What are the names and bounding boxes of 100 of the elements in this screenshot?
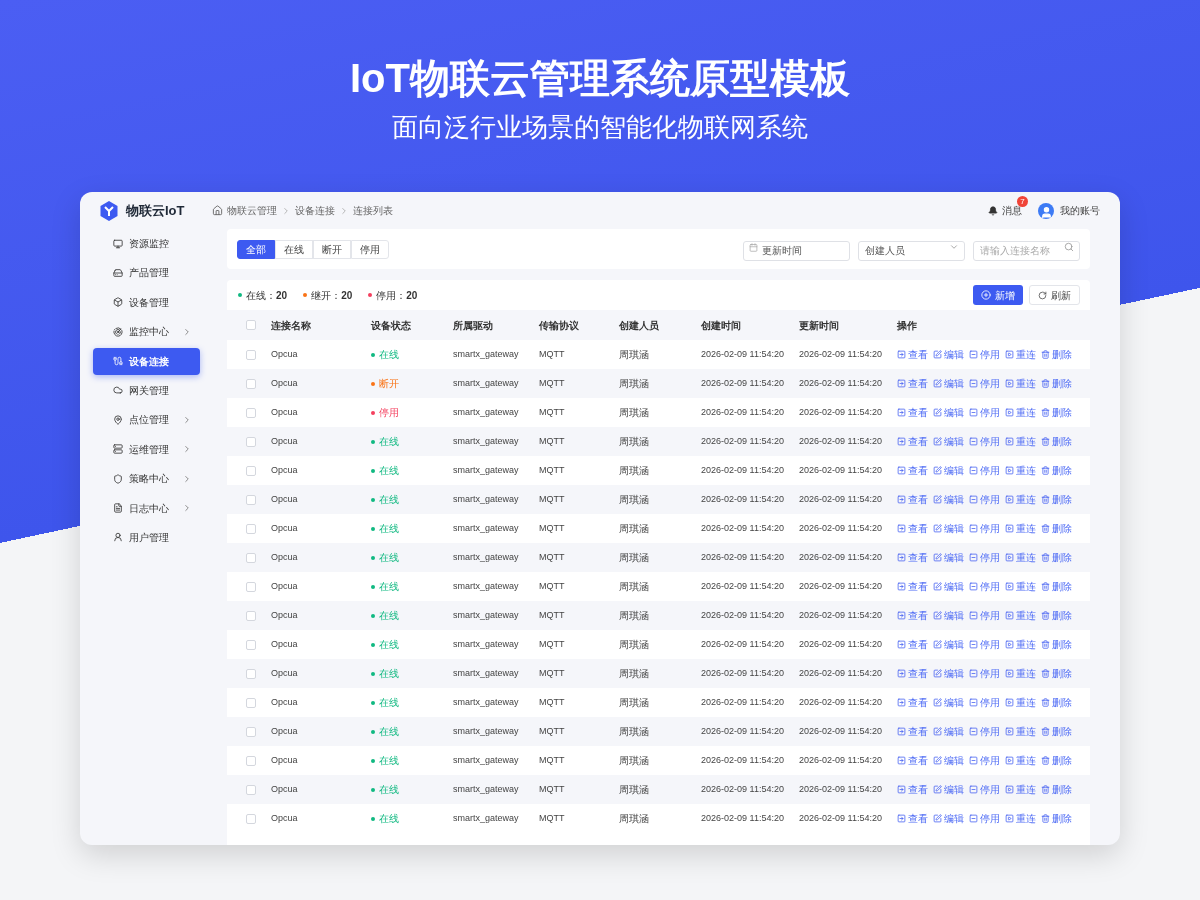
action-link[interactable]: 查看 [908, 347, 928, 362]
checkbox[interactable] [246, 639, 256, 650]
action-link[interactable]: 重连 [1016, 521, 1036, 536]
action-link[interactable]: 删除 [1052, 608, 1072, 623]
action-link[interactable]: 停用 [980, 724, 1000, 739]
action-link[interactable]: 编辑 [944, 463, 964, 478]
action-link[interactable]: 重连 [1016, 376, 1036, 391]
checkbox[interactable] [246, 465, 256, 476]
action-link[interactable]: 删除 [1052, 811, 1072, 826]
action-link[interactable]: 编辑 [944, 637, 964, 652]
add-button[interactable]: 新增 [973, 285, 1023, 305]
checkbox[interactable] [246, 726, 256, 737]
checkbox[interactable] [246, 697, 256, 708]
checkbox[interactable] [246, 320, 256, 330]
action-link[interactable]: 重连 [1016, 463, 1036, 478]
action-link[interactable]: 停用 [980, 579, 1000, 594]
action-link[interactable]: 重连 [1016, 637, 1036, 652]
account-link[interactable]: 我的账号 [1060, 203, 1100, 218]
action-link[interactable]: 编辑 [944, 724, 964, 739]
action-link[interactable]: 查看 [908, 463, 928, 478]
sidebar-item[interactable]: 设备连接 [93, 347, 200, 375]
action-link[interactable]: 删除 [1052, 695, 1072, 710]
action-link[interactable]: 停用 [980, 347, 1000, 362]
sidebar-item[interactable]: 资源监控 [93, 230, 200, 257]
checkbox[interactable] [246, 523, 256, 534]
checkbox[interactable] [246, 610, 256, 621]
action-link[interactable]: 删除 [1052, 492, 1072, 507]
action-link[interactable]: 查看 [908, 492, 928, 507]
action-link[interactable]: 停用 [980, 753, 1000, 768]
filter-tab[interactable]: 停用 [351, 239, 389, 259]
action-link[interactable]: 查看 [908, 637, 928, 652]
action-link[interactable]: 重连 [1016, 405, 1036, 420]
action-link[interactable]: 查看 [908, 434, 928, 449]
checkbox[interactable] [246, 436, 256, 447]
action-link[interactable]: 停用 [980, 695, 1000, 710]
action-link[interactable]: 停用 [980, 463, 1000, 478]
action-link[interactable]: 删除 [1052, 579, 1072, 594]
action-link[interactable]: 停用 [980, 637, 1000, 652]
sidebar-item[interactable]: 设备管理 [93, 288, 200, 316]
action-link[interactable]: 删除 [1052, 550, 1072, 565]
action-link[interactable]: 编辑 [944, 405, 964, 420]
action-link[interactable]: 查看 [908, 666, 928, 681]
checkbox[interactable] [246, 784, 256, 795]
action-link[interactable]: 编辑 [944, 695, 964, 710]
refresh-button[interactable]: 刷新 [1029, 285, 1080, 305]
action-link[interactable]: 删除 [1052, 782, 1072, 797]
action-link[interactable]: 删除 [1052, 463, 1072, 478]
action-link[interactable]: 停用 [980, 521, 1000, 536]
action-link[interactable]: 查看 [908, 753, 928, 768]
action-link[interactable]: 删除 [1052, 521, 1072, 536]
action-link[interactable]: 查看 [908, 521, 928, 536]
action-link[interactable]: 编辑 [944, 608, 964, 623]
checkbox[interactable] [246, 407, 256, 418]
avatar-icon[interactable] [1038, 202, 1054, 219]
sidebar-item[interactable]: 点位管理 [93, 406, 200, 434]
action-link[interactable]: 查看 [908, 811, 928, 826]
action-link[interactable]: 删除 [1052, 405, 1072, 420]
sidebar-item[interactable]: 产品管理 [93, 259, 200, 287]
action-link[interactable]: 重连 [1016, 753, 1036, 768]
action-link[interactable]: 停用 [980, 666, 1000, 681]
action-link[interactable]: 编辑 [944, 492, 964, 507]
action-link[interactable]: 编辑 [944, 550, 964, 565]
action-link[interactable]: 编辑 [944, 434, 964, 449]
action-link[interactable]: 重连 [1016, 666, 1036, 681]
filter-tab[interactable]: 断开 [313, 239, 351, 259]
action-link[interactable]: 删除 [1052, 666, 1072, 681]
breadcrumb-link[interactable]: 物联云管理 [227, 203, 277, 218]
action-link[interactable]: 编辑 [944, 666, 964, 681]
action-link[interactable]: 删除 [1052, 753, 1072, 768]
action-link[interactable]: 编辑 [944, 753, 964, 768]
sidebar-item[interactable]: 运维管理 [93, 435, 200, 463]
action-link[interactable]: 查看 [908, 782, 928, 797]
action-link[interactable]: 删除 [1052, 376, 1072, 391]
action-link[interactable]: 重连 [1016, 811, 1036, 826]
sidebar-item[interactable]: 策略中心 [93, 465, 200, 493]
action-link[interactable]: 重连 [1016, 434, 1036, 449]
action-link[interactable]: 编辑 [944, 376, 964, 391]
action-link[interactable]: 重连 [1016, 724, 1036, 739]
action-link[interactable]: 重连 [1016, 782, 1036, 797]
bell-icon[interactable] [988, 205, 998, 216]
action-link[interactable]: 停用 [980, 811, 1000, 826]
checkbox[interactable] [246, 813, 256, 824]
search-field[interactable]: 请输入连接名称 [973, 240, 1080, 261]
sidebar-item[interactable]: 日志中心 [93, 494, 200, 522]
checkbox[interactable] [246, 494, 256, 505]
action-link[interactable]: 重连 [1016, 347, 1036, 362]
action-link[interactable]: 删除 [1052, 724, 1072, 739]
action-link[interactable]: 停用 [980, 376, 1000, 391]
action-link[interactable]: 重连 [1016, 608, 1036, 623]
action-link[interactable]: 重连 [1016, 550, 1036, 565]
action-link[interactable]: 编辑 [944, 811, 964, 826]
action-link[interactable]: 查看 [908, 405, 928, 420]
checkbox[interactable] [246, 349, 256, 360]
action-link[interactable]: 查看 [908, 579, 928, 594]
action-link[interactable]: 编辑 [944, 347, 964, 362]
breadcrumb-link[interactable]: 连接列表 [353, 203, 393, 218]
action-link[interactable]: 停用 [980, 434, 1000, 449]
action-link[interactable]: 重连 [1016, 695, 1036, 710]
creator-select[interactable]: 创建人员 [858, 240, 965, 261]
action-link[interactable]: 查看 [908, 724, 928, 739]
